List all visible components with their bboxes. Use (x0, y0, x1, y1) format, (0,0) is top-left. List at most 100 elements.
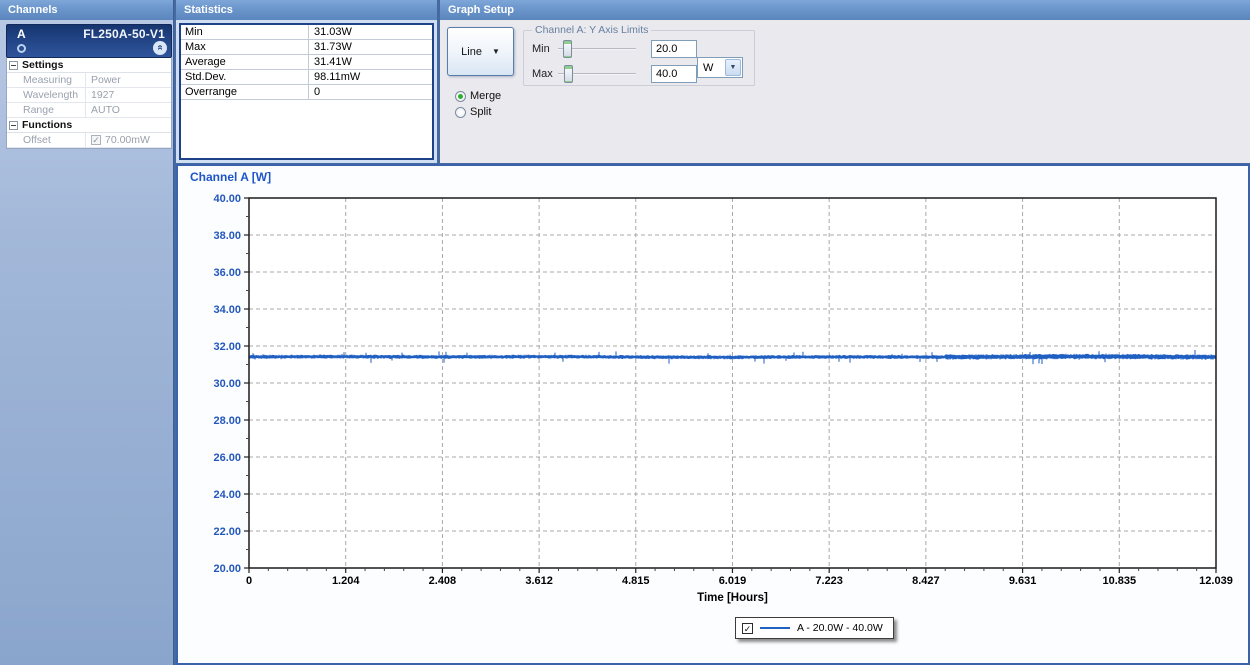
svg-text:2.408: 2.408 (429, 575, 457, 587)
graph-setup-panel-title: Graph Setup (448, 4, 514, 16)
chevron-down-icon[interactable]: ▼ (725, 59, 741, 76)
property-group-settings[interactable]: Settings (7, 58, 171, 73)
stat-value: 31.73W (309, 40, 352, 54)
y-min-slider[interactable] (558, 40, 636, 58)
property-group-label: Functions (22, 119, 72, 131)
channel-card-header: A FL250A-50-V1 (7, 25, 171, 41)
svg-text:1.204: 1.204 (332, 575, 360, 587)
radio-button-icon[interactable] (455, 91, 466, 102)
y-min-row: Min (532, 40, 697, 58)
radio-merge[interactable]: Merge (455, 88, 501, 104)
property-value-text: 1927 (91, 89, 114, 101)
svg-text:3.612: 3.612 (525, 575, 553, 587)
svg-text:22.00: 22.00 (213, 526, 241, 538)
display-mode-radio-group: Merge Split (455, 88, 501, 120)
property-label: Range (7, 103, 86, 117)
collapse-minus-icon[interactable] (9, 121, 18, 130)
property-label: Measuring (7, 73, 86, 87)
statistics-panel: Statistics Min31.03WMax31.73WAverage31.4… (176, 0, 437, 163)
svg-text:34.00: 34.00 (213, 304, 241, 316)
offset-checkbox[interactable]: ✓ (91, 135, 101, 145)
property-label: Offset (7, 133, 86, 147)
stat-name: Min (181, 25, 309, 39)
stat-name: Average (181, 55, 309, 69)
collapse-minus-icon[interactable] (9, 61, 18, 70)
channels-panel: Channels A FL250A-50-V1 » Settings Measur… (0, 0, 174, 665)
legend-line-sample (760, 627, 790, 629)
property-value: AUTO (86, 104, 120, 116)
svg-text:36.00: 36.00 (213, 267, 241, 279)
stat-row-max: Max31.73W (181, 40, 432, 55)
property-value-text: Power (91, 74, 121, 86)
channel-card[interactable]: A FL250A-50-V1 » (6, 24, 172, 58)
property-value: ✓ 70.00mW (86, 134, 150, 146)
property-row-range: Range AUTO (7, 103, 171, 118)
svg-text:38.00: 38.00 (213, 230, 241, 242)
radio-label: Split (470, 106, 491, 118)
y-max-slider[interactable] (558, 65, 636, 83)
y-min-label: Min (532, 43, 558, 55)
statistics-panel-title: Statistics (184, 4, 233, 16)
svg-text:30.00: 30.00 (213, 378, 241, 390)
channel-letter: A (17, 27, 26, 41)
channels-panel-title: Channels (8, 4, 58, 16)
stat-value: 31.41W (309, 55, 352, 69)
channel-status-ring-icon (17, 44, 26, 53)
legend-checkbox[interactable]: ✓ (742, 623, 753, 634)
legend-box: ✓ A - 20.0W - 40.0W (735, 617, 894, 639)
channel-card-subrow: » (7, 41, 171, 57)
statistics-table: Min31.03WMax31.73WAverage31.41WStd.Dev.9… (179, 23, 434, 160)
stat-row-std-dev-: Std.Dev.98.11mW (181, 70, 432, 85)
statistics-panel-header: Statistics (176, 0, 437, 20)
svg-text:0: 0 (246, 575, 252, 587)
radio-split[interactable]: Split (455, 104, 501, 120)
unit-dropdown-value: W (698, 62, 725, 74)
property-row-measuring: Measuring Power (7, 73, 171, 88)
svg-text:8.427: 8.427 (912, 575, 940, 587)
y-max-slider-thumb[interactable] (564, 65, 573, 83)
unit-dropdown[interactable]: W ▼ (697, 57, 743, 78)
graph-setup-panel: Graph Setup Line ▼ Channel A: Y Axis Lim… (440, 0, 1250, 163)
svg-text:24.00: 24.00 (213, 489, 241, 501)
property-value: 1927 (86, 89, 114, 101)
svg-text:20.00: 20.00 (213, 563, 241, 575)
radio-label: Merge (470, 90, 501, 102)
property-group-functions[interactable]: Functions (7, 118, 171, 133)
y-max-input[interactable] (651, 65, 697, 83)
svg-text:12.039: 12.039 (1199, 575, 1233, 587)
svg-text:7.223: 7.223 (815, 575, 843, 587)
stat-name: Overrange (181, 85, 309, 99)
y-max-label: Max (532, 68, 558, 80)
stat-value: 0 (309, 85, 320, 99)
property-value-text: 70.00mW (105, 134, 150, 146)
stat-row-overrange: Overrange0 (181, 85, 432, 100)
svg-text:28.00: 28.00 (213, 415, 241, 427)
y-min-input[interactable] (651, 40, 697, 58)
stat-value: 98.11mW (309, 70, 360, 84)
svg-text:9.631: 9.631 (1009, 575, 1037, 587)
property-value-text: AUTO (91, 104, 120, 116)
stat-row-min: Min31.03W (181, 25, 432, 40)
stat-name: Max (181, 40, 309, 54)
graph-setup-panel-header: Graph Setup (440, 0, 1250, 20)
property-value: Power (86, 74, 121, 86)
property-label: Wavelength (7, 88, 86, 102)
legend-label: A - 20.0W - 40.0W (797, 622, 883, 634)
y-min-slider-thumb[interactable] (563, 40, 572, 58)
svg-text:10.835: 10.835 (1102, 575, 1136, 587)
stat-name: Std.Dev. (181, 70, 309, 84)
radio-button-icon[interactable] (455, 107, 466, 118)
collapse-chevron-icon[interactable]: » (153, 41, 167, 55)
chevron-down-icon: ▼ (492, 47, 500, 56)
svg-text:40.00: 40.00 (213, 193, 241, 205)
y-max-row: Max (532, 65, 697, 83)
channels-panel-header: Channels (0, 0, 173, 20)
power-trace-chart: 01.2042.4083.6124.8156.0197.2238.4279.63… (178, 166, 1248, 611)
chart-type-dropdown[interactable]: Line ▼ (447, 27, 514, 76)
chart-panel: Channel A [W] 01.2042.4083.6124.8156.019… (176, 164, 1250, 665)
chart-type-value: Line (461, 46, 482, 58)
device-name: FL250A-50-V1 (83, 27, 165, 41)
property-row-offset: Offset ✓ 70.00mW (7, 133, 171, 148)
svg-text:4.815: 4.815 (622, 575, 650, 587)
property-group-label: Settings (22, 59, 63, 71)
